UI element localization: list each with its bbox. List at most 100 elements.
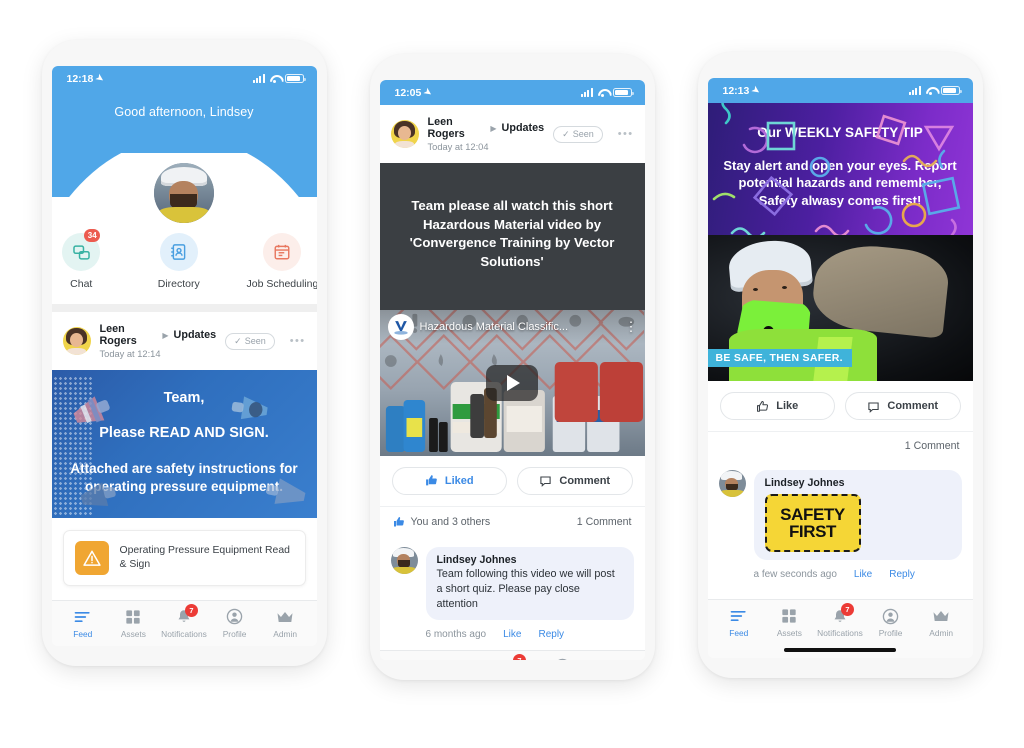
speech-bubble-icon	[540, 476, 552, 488]
nav-item-assets[interactable]: Assets	[436, 658, 487, 660]
nav-item-assets[interactable]: Assets	[764, 607, 815, 638]
comment-button[interactable]: Comment	[845, 392, 961, 421]
post-stats-row: You and 3 others 1 Comment	[379, 505, 645, 537]
comment-bubble: Lindsey Johnes SAFETY FIRST	[753, 470, 962, 561]
phone-video-post: 12:05 ➤ Leen Rogers ▶ Updates Today at 1…	[369, 54, 655, 680]
seen-badge[interactable]: ✓ Seen	[225, 332, 275, 350]
tip-heading: Our WEEKLY SAFETY TIP	[757, 125, 923, 140]
status-bar-left: 12:05 ➤	[395, 85, 435, 99]
status-bar: 12:05 ➤	[379, 80, 645, 105]
status-bar: 12:13 ➤	[707, 78, 973, 103]
status-bar-right	[580, 87, 634, 98]
reactions-summary[interactable]: You and 3 others	[393, 516, 490, 528]
post-timestamp: Today at 12:14	[99, 349, 161, 359]
quick-action-label: Chat	[70, 278, 93, 290]
nav-item-notifications[interactable]: 7Notifications	[815, 603, 866, 638]
comment-button[interactable]: Comment	[517, 466, 633, 495]
commenter-avatar[interactable]	[390, 546, 418, 574]
nav-item-label: Notifications	[817, 628, 863, 638]
home-indicator[interactable]	[784, 648, 896, 652]
nav-item-notifications[interactable]: 7Notifications	[487, 653, 538, 660]
quick-action-directory[interactable]: Directory	[149, 233, 209, 290]
seen-label: Seen	[572, 129, 594, 139]
nav-item-feed[interactable]: Feed	[386, 658, 437, 660]
comment-reply-link[interactable]: Reply	[889, 569, 915, 580]
nav-item-assets[interactable]: Assets	[108, 608, 159, 639]
commenter-avatar[interactable]	[718, 470, 746, 498]
feed-spacer	[707, 590, 973, 599]
status-bar-right	[252, 73, 306, 84]
nav-item-feed[interactable]: Feed	[58, 608, 109, 639]
seen-badge[interactable]: ✓ Seen	[553, 125, 603, 143]
comment-reply-link[interactable]: Reply	[538, 629, 564, 640]
wifi-icon	[597, 88, 609, 98]
comment-author: Lindsey Johnes	[436, 553, 517, 566]
kebab-menu-icon[interactable]: ⋮	[625, 320, 638, 333]
play-button-icon[interactable]	[486, 364, 538, 401]
nav-item-admin[interactable]: Admin	[260, 608, 311, 639]
nav-item-profile[interactable]: Profile	[209, 608, 260, 639]
video-thumbnail[interactable]: Hazardous Material Classific... ⋮	[379, 309, 645, 456]
bottom-nav: Feed Assets 7 Notifications Profile Admin	[707, 599, 973, 658]
speech-bubble-icon	[868, 402, 880, 413]
comment-label: Comment	[559, 474, 611, 487]
grid-squares-icon	[108, 608, 159, 626]
quick-action-job-scheduling[interactable]: Job Scheduling	[247, 233, 317, 290]
quick-action-chat[interactable]: 34 Chat	[52, 229, 112, 290]
sticker-line-2: FIRST	[788, 522, 837, 542]
comment-label: Comment	[887, 400, 939, 413]
status-bar-right	[908, 85, 962, 96]
greeting-header: Good afternoon, Lindsey	[51, 91, 317, 223]
feed-lines-icon	[58, 608, 109, 626]
post-channel[interactable]: Updates	[502, 122, 545, 134]
avatar[interactable]	[154, 163, 214, 223]
warning-triangle-icon	[74, 540, 109, 575]
thumbs-up-outline-icon	[757, 400, 769, 412]
attachment-card[interactable]: Operating Pressure Equipment Read & Sign	[62, 529, 306, 586]
like-label: Liked	[444, 474, 474, 487]
bottom-nav: Feed Assets 7 Notifications Profile Admin	[51, 599, 317, 646]
post-channel[interactable]: Updates	[174, 329, 217, 341]
author-avatar[interactable]	[62, 327, 91, 355]
comment-count[interactable]: 1 Comment	[577, 516, 632, 528]
bottom-nav-items: FeedAssets7NotificationsProfileAdmin	[386, 653, 639, 660]
comment-count[interactable]: 1 Comment	[707, 431, 973, 461]
like-button[interactable]: Like	[719, 392, 835, 421]
post-more-options-button[interactable]: •••	[284, 335, 306, 347]
nav-item-label: Admin	[273, 628, 298, 639]
post-author: Leen Rogers	[99, 323, 137, 347]
author-avatar[interactable]	[390, 120, 419, 148]
person-circle-icon	[209, 608, 260, 626]
nav-item-profile[interactable]: Profile	[537, 658, 588, 660]
photo-caption: BE SAFE, THEN SAFER.	[707, 349, 852, 368]
nav-item-admin[interactable]: Admin	[916, 607, 967, 638]
comment-bubble: Lindsey Johnes Team following this video…	[425, 546, 634, 620]
comment-like-link[interactable]: Like	[503, 629, 521, 640]
greeting-text: Good afternoon, Lindsey	[114, 105, 254, 119]
screenshot-stage: 12:18 ➤ Good afternoon, Lindsey 34 Chat …	[0, 0, 1024, 748]
wifi-icon	[925, 86, 937, 96]
attachment-section: Operating Pressure Equipment Read & Sign	[51, 517, 317, 600]
chevron-right-icon: ▶	[490, 123, 497, 133]
nav-item-label: Profile	[222, 628, 247, 639]
post-more-options-button[interactable]: •••	[612, 128, 634, 140]
status-time: 12:13	[722, 84, 750, 97]
announcement-line-2: Please READ AND SIGN.	[99, 425, 269, 441]
nav-item-admin[interactable]: Admin	[588, 658, 639, 660]
nav-item-feed[interactable]: Feed	[714, 607, 765, 638]
like-button[interactable]: Liked	[391, 466, 507, 495]
battery-icon	[612, 87, 634, 98]
location-arrow-icon: ➤	[422, 85, 435, 99]
sticker-line-1: SAFETY	[780, 505, 845, 525]
comment-like-link[interactable]: Like	[854, 569, 872, 580]
seen-label: Seen	[244, 336, 266, 346]
nav-item-profile[interactable]: Profile	[865, 607, 916, 638]
comment-timestamp: 6 months ago	[425, 628, 487, 640]
location-arrow-icon: ➤	[94, 71, 107, 85]
nav-item-notifications[interactable]: 7Notifications	[159, 603, 210, 639]
phone-safety-tip-post: 12:13 ➤ Our WEEKLY SAFETY TIP Stay alert…	[697, 52, 983, 678]
post-author-line: Leen Rogers ▶ Updates	[428, 116, 545, 140]
tip-body: Stay alert and open your eyes. Report po…	[723, 158, 957, 208]
phone-home-feed: 12:18 ➤ Good afternoon, Lindsey 34 Chat …	[41, 40, 327, 666]
grid-squares-icon	[436, 658, 487, 660]
